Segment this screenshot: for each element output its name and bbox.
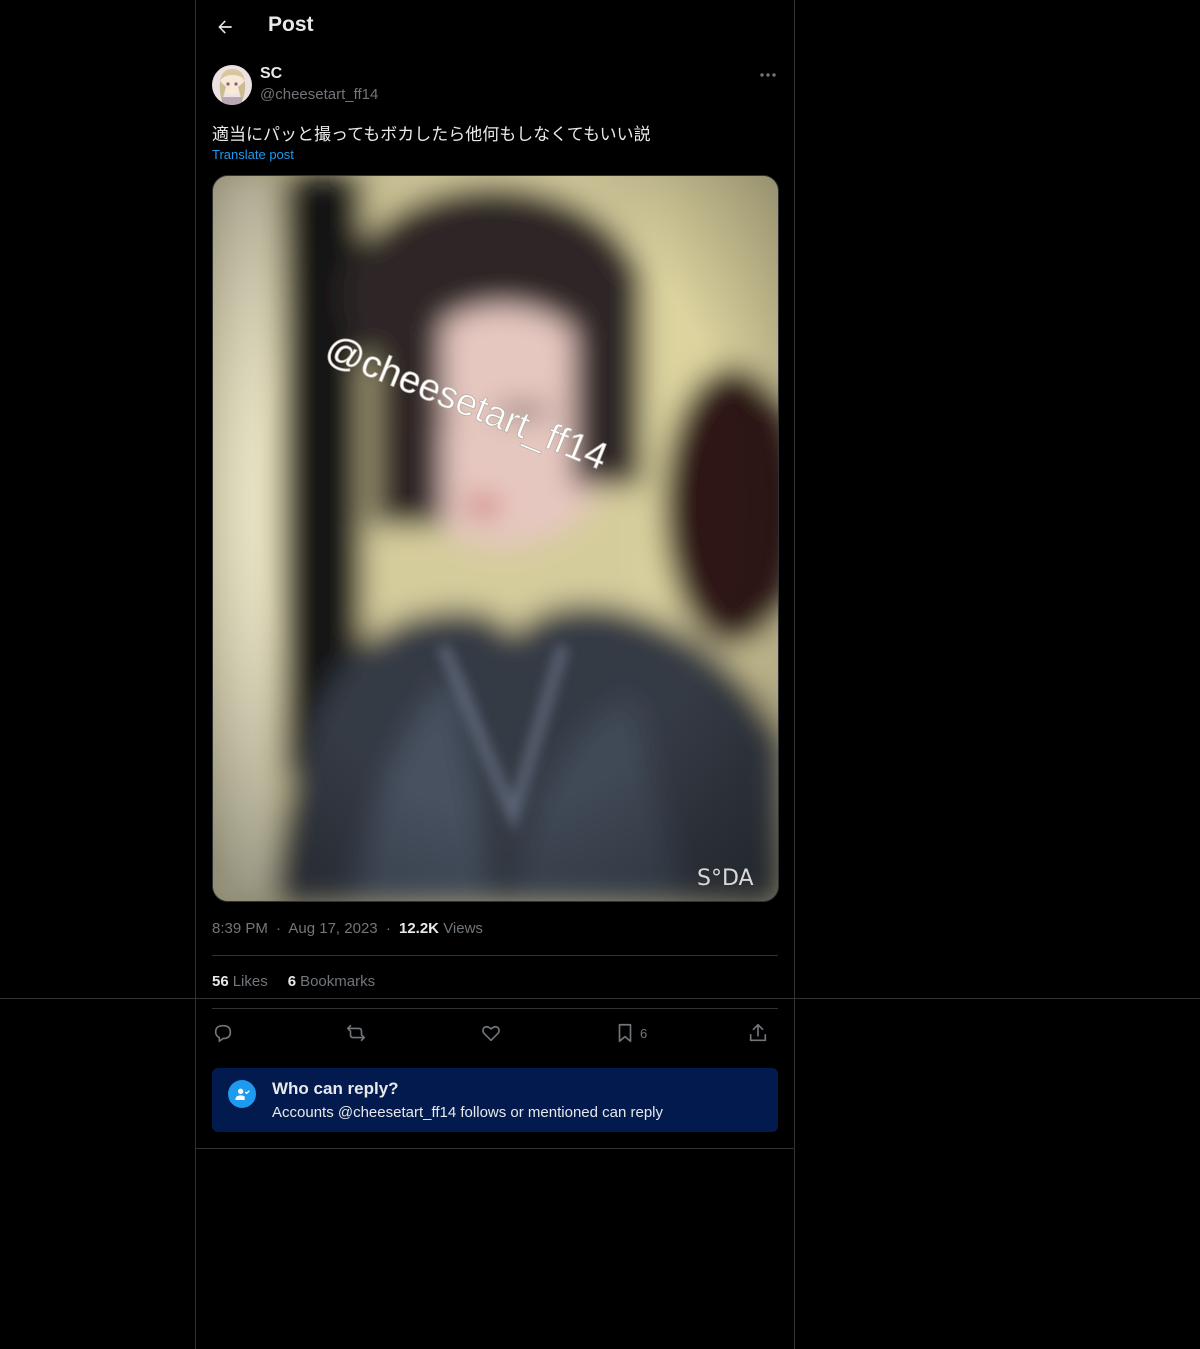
top-bar: Post (196, 0, 794, 54)
repost-button[interactable] (345, 1016, 367, 1050)
post-text: 適当にパッと撮ってもボカしたら他何もしなくてもいい説 (212, 125, 651, 144)
meta-dot: · (276, 920, 282, 937)
who-can-reply-description: Accounts @cheesetart_ff14 follows or men… (272, 1104, 663, 1121)
post-date[interactable]: Aug 17, 2023 (288, 920, 377, 937)
more-dots-icon (759, 72, 777, 78)
author-display-name[interactable]: SC (260, 65, 282, 83)
views-count: 12.2K (398, 920, 440, 937)
author-handle[interactable]: @cheesetart_ff14 (260, 86, 378, 103)
share-icon (747, 1022, 769, 1044)
likes-stat[interactable]: 56 Likes (212, 973, 268, 990)
back-arrow-icon (215, 17, 235, 37)
who-can-reply-title: Who can reply? (272, 1079, 399, 1098)
post-stats: 56 Likes 6 Bookmarks (212, 973, 375, 990)
separator (196, 1148, 794, 1149)
action-bar: 6 (212, 1016, 778, 1050)
bookmark-icon (614, 1022, 636, 1044)
repost-icon (345, 1022, 367, 1044)
main-column: Post SC @cheesetart_ff14 適当にパッと撮ってもボカしたら… (195, 0, 795, 1349)
back-button[interactable] (208, 10, 242, 44)
like-button[interactable] (480, 1016, 502, 1050)
bookmarks-label: Bookmarks (300, 973, 376, 990)
views-label: Views (443, 920, 483, 937)
heart-icon (480, 1022, 502, 1044)
who-can-reply-box: Who can reply? Accounts @cheesetart_ff14… (212, 1068, 778, 1132)
separator (212, 955, 778, 956)
post-meta: 8:39 PM · Aug 17, 2023 · 12.2K Views (212, 920, 483, 937)
likes-count: 56 (212, 973, 229, 990)
more-options-button[interactable] (752, 62, 784, 88)
bookmarks-stat[interactable]: 6 Bookmarks (288, 973, 375, 990)
bookmark-button[interactable]: 6 (614, 1016, 647, 1050)
avatar[interactable] (212, 65, 252, 105)
post-time[interactable]: 8:39 PM (212, 920, 268, 937)
separator (212, 1008, 778, 1009)
translate-post-link[interactable]: Translate post (212, 147, 294, 162)
likes-label: Likes (232, 973, 268, 990)
reply-button[interactable] (212, 1016, 234, 1050)
bookmark-count: 6 (640, 1025, 648, 1041)
page-title: Post (268, 13, 314, 36)
share-button[interactable] (747, 1016, 769, 1050)
app-logo: S°DA (697, 866, 754, 891)
bookmarks-count: 6 (287, 973, 297, 990)
person-check-icon (228, 1080, 256, 1108)
reply-icon (212, 1022, 234, 1044)
meta-dot: · (385, 920, 391, 937)
post-image[interactable]: @cheesetart_ff14 S°DA (212, 175, 779, 902)
